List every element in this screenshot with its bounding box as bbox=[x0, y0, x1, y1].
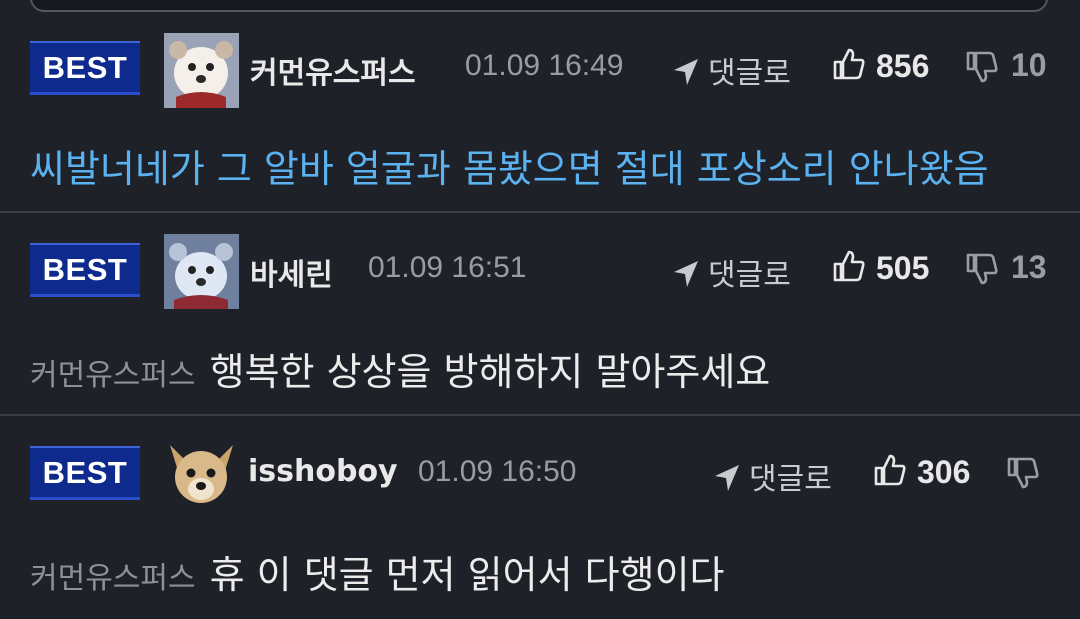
timestamp: 01.09 16:50 bbox=[418, 455, 577, 488]
thumbs-down-icon bbox=[966, 51, 998, 83]
mention-username[interactable]: 커먼유스퍼스 bbox=[30, 561, 196, 596]
reply-label: 댓글로 bbox=[749, 462, 832, 497]
navigation-arrow-icon bbox=[715, 465, 739, 491]
dislike-count: 10 bbox=[1011, 47, 1047, 83]
navigation-arrow-icon bbox=[674, 261, 698, 287]
like-count: 856 bbox=[876, 48, 930, 84]
username[interactable]: 커먼유스퍼스 bbox=[250, 48, 416, 92]
timestamp: 01.09 16:49 bbox=[465, 49, 624, 82]
timestamp: 01.09 16:51 bbox=[368, 251, 527, 284]
reply-label: 댓글로 bbox=[708, 258, 791, 293]
like-count: 306 bbox=[917, 454, 971, 490]
comment-item: BEST 바세린 01.09 16:51 댓글로 505 13 커먼유스퍼스 행… bbox=[0, 213, 1080, 414]
reply-label: 댓글로 bbox=[708, 56, 791, 91]
navigation-arrow-icon bbox=[674, 59, 698, 85]
thumbs-down-icon bbox=[1007, 457, 1039, 489]
thumbs-up-icon bbox=[833, 250, 865, 282]
username[interactable]: 바세린 bbox=[250, 250, 333, 294]
comment-text: 커먼유스퍼스 휴 이 댓글 먼저 읽어서 다행이다 bbox=[30, 544, 725, 599]
dislike-button[interactable] bbox=[1006, 453, 1052, 490]
comment-item: BEST 커먼유스퍼스 01.09 16:49 댓글로 856 10 씨발너네가… bbox=[0, 0, 1080, 211]
best-badge: BEST bbox=[30, 446, 140, 500]
best-badge: BEST bbox=[30, 243, 140, 297]
comment-text: 씨발너네가 그 알바 얼굴과 몸봤으면 절대 포상소리 안나왔음 bbox=[30, 147, 989, 191]
dislike-button[interactable]: 10 bbox=[965, 47, 1047, 84]
avatar[interactable] bbox=[164, 437, 239, 512]
like-count: 505 bbox=[876, 250, 930, 286]
like-button[interactable]: 505 bbox=[832, 249, 929, 287]
username[interactable]: isshoboy bbox=[248, 454, 398, 489]
comment-header: BEST 커먼유스퍼스 01.09 16:49 댓글로 856 10 bbox=[0, 28, 1080, 108]
comment-text: 커먼유스퍼스 행복한 상상을 방해하지 말아주세요 bbox=[30, 341, 770, 396]
comment-header: BEST isshoboy 01.09 16:50 댓글로 306 bbox=[0, 434, 1080, 512]
comment-body: 휴 이 댓글 먼저 읽어서 다행이다 bbox=[209, 553, 725, 597]
like-button[interactable]: 856 bbox=[832, 47, 929, 85]
mention-username[interactable]: 커먼유스퍼스 bbox=[30, 358, 196, 393]
dislike-count: 13 bbox=[1011, 249, 1047, 285]
like-button[interactable]: 306 bbox=[873, 453, 970, 491]
comment-item: BEST isshoboy 01.09 16:50 댓글로 306 커먼유스퍼스… bbox=[0, 416, 1080, 619]
thumbs-up-icon bbox=[833, 48, 865, 80]
best-badge: BEST bbox=[30, 41, 140, 95]
avatar[interactable] bbox=[164, 33, 239, 108]
reply-button[interactable]: 댓글로 bbox=[672, 48, 791, 92]
reply-button[interactable]: 댓글로 bbox=[713, 454, 832, 498]
comment-body: 행복한 상상을 방해하지 말아주세요 bbox=[209, 350, 771, 394]
comment-header: BEST 바세린 01.09 16:51 댓글로 505 13 bbox=[0, 230, 1080, 309]
dislike-button[interactable]: 13 bbox=[965, 249, 1047, 286]
avatar[interactable] bbox=[164, 234, 239, 309]
thumbs-down-icon bbox=[966, 253, 998, 285]
thumbs-up-icon bbox=[874, 454, 906, 486]
reply-button[interactable]: 댓글로 bbox=[672, 250, 791, 294]
